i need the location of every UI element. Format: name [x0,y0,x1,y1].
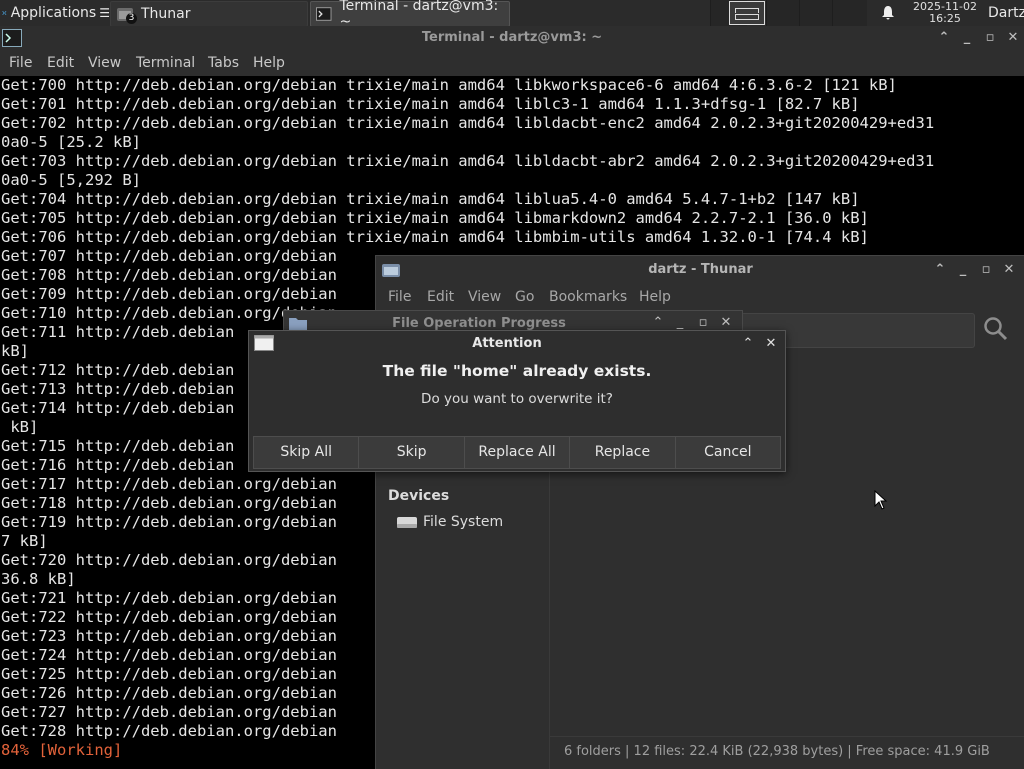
replace-all-button[interactable]: Replace All [464,436,571,469]
sidebar-section-devices: Devices [388,488,450,504]
terminal-line: Get:706 http://deb.debian.org/debian tri… [1,228,869,246]
workspace-4[interactable] [799,0,832,26]
skip-all-button[interactable]: Skip All [253,436,360,469]
thunar-menu-bookmarks[interactable]: Bookmarks [549,284,627,310]
workspace-5[interactable] [832,0,867,26]
terminal-titlebar[interactable]: Terminal - dartz@vm3: ~ ⌃ _ ▫ ✕ [0,26,1024,50]
thunar-titlebar[interactable]: dartz - Thunar ⌃ _ ▫ ✕ [376,256,1024,284]
thunar-shade-icon[interactable]: ⌃ [930,258,950,282]
replace-button[interactable]: Replace [570,436,676,469]
thunar-menu-view[interactable]: View [468,284,501,310]
search-icon[interactable] [983,316,1009,342]
terminal-close-button[interactable]: ✕ [1003,26,1023,50]
task-count-badge: 3 [126,13,137,24]
applications-label: Applications [10,5,97,21]
dialog-heading: The file "home" already exists. [382,362,652,380]
terminal-line: Get:701 http://deb.debian.org/debian tri… [1,95,860,113]
mouse-pointer-icon [874,490,888,510]
terminal-maximize-button[interactable]: ▫ [980,26,1000,50]
terminal-maximize-up-icon[interactable]: ⌃ [934,26,954,50]
terminal-line: 0a0-5 [25.2 kB] [1,133,141,151]
cancel-button[interactable]: Cancel [675,436,782,469]
thunar-window-icon [382,264,400,277]
terminal-menu-edit[interactable]: Edit [47,50,74,76]
terminal-line: Get:702 http://deb.debian.org/debian tri… [1,114,935,132]
dialog-close-button[interactable]: ✕ [761,332,781,356]
terminal-title: Terminal - dartz@vm3: ~ [421,30,603,45]
task-label: Thunar [141,6,191,22]
thunar-maximize-button[interactable]: ▫ [976,258,996,282]
dialog-shade-icon[interactable]: ⌃ [738,332,758,356]
notification-bell-icon[interactable] [880,0,896,26]
thunar-menu-edit[interactable]: Edit [427,284,454,310]
dialog-title: Attention [472,336,542,351]
user-menu[interactable]: Dartz [988,0,1024,26]
dialog-button-row: Skip All Skip Replace All Replace Cancel [253,436,782,469]
top-panel: Applications ☰ 3 Thunar Terminal - dartz… [0,0,1024,30]
terminal-line: Get:705 http://deb.debian.org/debian tri… [1,209,869,227]
thunar-title: dartz - Thunar [648,262,753,277]
workspace-2[interactable] [729,1,765,25]
terminal-menu-tabs[interactable]: Tabs [208,50,239,76]
terminal-window-icon [2,29,22,47]
terminal-menubar: File Edit View Terminal Tabs Help [0,50,1024,76]
thunar-task-icon: 3 [116,5,137,24]
dialog-message: Do you want to overwrite it? [421,391,613,407]
clock-time: 16:25 [929,12,961,25]
thunar-close-button[interactable]: ✕ [999,258,1019,282]
skip-button[interactable]: Skip [359,436,465,469]
attention-dialog: Attention ⌃ ✕ The file "home" already ex… [248,330,786,472]
thunar-menubar: File Edit View Go Bookmarks Help [376,284,1024,310]
terminal-line: Get:704 http://deb.debian.org/debian tri… [1,190,860,208]
terminal-minimize-button[interactable]: _ [957,26,977,50]
xfce-logo-icon [2,10,7,16]
terminal-menu-view[interactable]: View [88,50,121,76]
thunar-menu-file[interactable]: File [388,284,411,310]
terminal-task-icon [316,7,332,21]
sidebar-item-file-system[interactable]: File System [396,511,503,533]
drive-icon [397,517,417,528]
applications-menu[interactable]: Applications ☰ [0,0,110,26]
thunar-minimize-button[interactable]: _ [953,258,973,282]
applications-arrow-icon: ☰ [99,6,110,20]
terminal-menu-terminal[interactable]: Terminal [136,50,195,76]
thunar-menu-go[interactable]: Go [515,284,534,310]
task-thunar[interactable]: 3 Thunar [110,1,308,27]
thunar-menu-help[interactable]: Help [639,284,671,310]
clock[interactable]: 2025-11-02 16:25 [906,1,984,25]
thunar-statusbar: 6 folders | 12 files: 22.4 KiB (22,938 b… [550,736,1024,769]
terminal-menu-help[interactable]: Help [253,50,285,76]
terminal-menu-file[interactable]: File [9,50,32,76]
terminal-line: Get:700 http://deb.debian.org/debian tri… [1,76,897,94]
terminal-line: 0a0-5 [5,292 B] [1,171,141,189]
sidebar-item-label: File System [423,514,504,530]
workspace-3[interactable] [766,0,799,26]
terminal-line: Get:703 http://deb.debian.org/debian tri… [1,152,935,170]
task-terminal[interactable]: Terminal - dartz@vm3: ~ [310,0,510,30]
